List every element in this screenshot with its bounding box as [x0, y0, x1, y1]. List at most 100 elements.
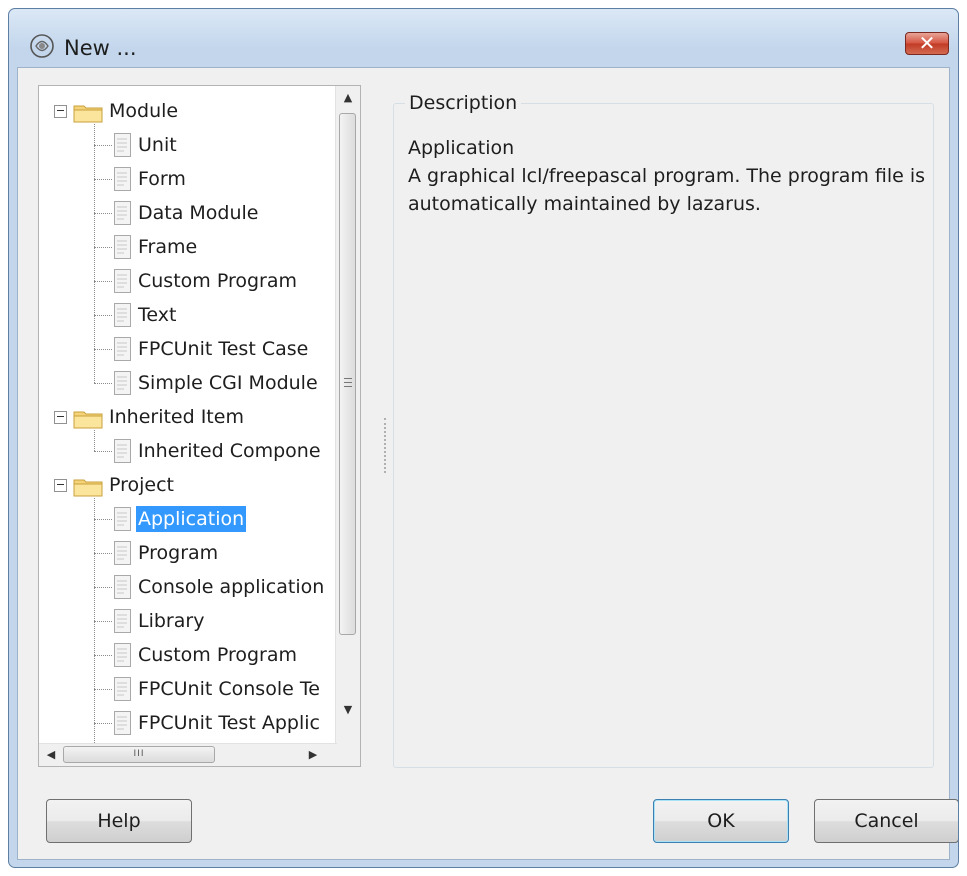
tree-item-node[interactable]: Data Module — [39, 196, 337, 230]
dialog-client-area: Module Unit Form Data Module Frame Custom Pro… — [17, 67, 958, 860]
tree-horizontal-scrollbar[interactable]: ◀ III ▶ — [39, 743, 337, 766]
document-icon — [114, 507, 131, 531]
description-text: A graphical lcl/freepascal program. The … — [408, 165, 926, 215]
document-icon — [114, 235, 131, 259]
tree-node-label: Form — [138, 168, 186, 190]
tree-folder-node[interactable]: Inherited Item — [39, 400, 337, 434]
document-icon — [114, 337, 131, 361]
document-icon — [114, 677, 131, 701]
scroll-up-arrow-icon[interactable]: ▲ — [336, 86, 360, 110]
description-group: Description Application A graphical lcl/… — [393, 86, 934, 768]
tree-branch-line — [94, 587, 112, 588]
folder-icon — [73, 105, 103, 123]
scroll-down-arrow-icon[interactable]: ▼ — [336, 698, 360, 722]
vertical-scroll-thumb[interactable] — [339, 113, 356, 635]
tree-item-node[interactable]: Simple CGI Module — [39, 366, 337, 400]
tree-node-label: Module — [109, 100, 179, 122]
thumb-grip-line — [344, 382, 352, 383]
tree-item-node[interactable]: Application — [39, 502, 337, 536]
tree-node-label: Console application — [138, 576, 325, 598]
scrollbar-corner — [336, 744, 360, 766]
tree-item-node[interactable]: Inherited Compone — [39, 434, 337, 468]
tree-branch-line — [94, 247, 112, 248]
tree-node-label: Library — [138, 610, 205, 632]
tree-node-label-selected: Application — [136, 506, 247, 532]
scroll-right-arrow-icon[interactable]: ▶ — [301, 743, 325, 767]
close-button[interactable]: ✕ — [905, 31, 949, 55]
tree-item-node[interactable]: Custom Program — [39, 638, 337, 672]
document-icon — [114, 439, 131, 463]
help-button[interactable]: Help — [46, 799, 192, 843]
new-dialog-window: New ... ✕ Module Unit Form Data Module Frame… — [8, 8, 959, 868]
tree-item-node[interactable]: FPCUnit Test Applic — [39, 706, 337, 740]
tree-node-label: FPCUnit Console Te — [138, 678, 320, 700]
tree-folder-node[interactable]: Module — [39, 94, 337, 128]
tree-item-node[interactable]: Frame — [39, 230, 337, 264]
document-icon — [114, 575, 131, 599]
document-icon — [114, 541, 131, 565]
thumb-grip-line — [344, 386, 352, 387]
tree-branch-line — [94, 553, 112, 554]
scroll-left-arrow-icon[interactable]: ◀ — [39, 743, 63, 767]
tree-vertical-scrollbar[interactable]: ▲ ▼ — [335, 86, 360, 745]
tree-branch-line — [94, 723, 112, 724]
tree-rows: Module Unit Form Data Module Frame Custom Pro… — [39, 86, 337, 745]
tree-item-node[interactable]: Unit — [39, 128, 337, 162]
template-tree-view[interactable]: Module Unit Form Data Module Frame Custom Pro… — [38, 85, 361, 767]
window-title: New ... — [64, 36, 137, 60]
collapse-toggle-icon[interactable] — [54, 411, 67, 424]
tree-item-node[interactable]: Custom Program — [39, 264, 337, 298]
ok-button[interactable]: OK — [653, 799, 789, 843]
tree-node-label: Program — [138, 542, 219, 564]
description-item-name: Application — [408, 137, 515, 159]
tree-item-node[interactable]: FPCUnit Console Te — [39, 672, 337, 706]
tree-node-label: Text — [138, 304, 177, 326]
tree-branch-line — [94, 451, 112, 452]
tree-node-label: Unit — [138, 134, 177, 156]
document-icon — [114, 269, 131, 293]
document-icon — [114, 201, 131, 225]
document-icon — [114, 303, 131, 327]
tree-branch-line — [94, 281, 112, 282]
tree-node-label: Custom Program — [138, 644, 297, 666]
folder-icon — [73, 479, 103, 497]
document-icon — [114, 133, 131, 157]
title-bar[interactable]: New ... ✕ — [9, 9, 958, 67]
collapse-toggle-icon[interactable] — [54, 105, 67, 118]
tree-node-label: FPCUnit Test Case — [138, 338, 309, 360]
document-icon — [114, 609, 131, 633]
cancel-button[interactable]: Cancel — [814, 799, 958, 843]
horizontal-scroll-thumb[interactable]: III — [63, 746, 215, 763]
tree-node-label: Frame — [138, 236, 198, 258]
close-icon: ✕ — [918, 31, 936, 55]
tree-node-label: Simple CGI Module — [138, 372, 318, 394]
tree-item-node[interactable]: Console application — [39, 570, 337, 604]
tree-branch-line — [94, 179, 112, 180]
tree-item-node[interactable]: Program — [39, 536, 337, 570]
tree-branch-line — [94, 213, 112, 214]
folder-icon — [73, 411, 103, 429]
tree-branch-line — [94, 689, 112, 690]
tree-node-label: Data Module — [138, 202, 259, 224]
tree-folder-node[interactable]: Project — [39, 468, 337, 502]
tree-node-label: Inherited Item — [109, 406, 244, 428]
tree-item-node[interactable]: Library — [39, 604, 337, 638]
document-icon — [114, 371, 131, 395]
tree-node-label: Project — [109, 474, 175, 496]
description-group-title: Description — [405, 90, 522, 116]
tree-branch-line — [94, 349, 112, 350]
lazarus-app-icon — [30, 34, 54, 58]
tree-item-node[interactable]: FPCUnit Test Case — [39, 332, 337, 366]
tree-branch-line — [94, 145, 112, 146]
tree-item-node[interactable]: Form — [39, 162, 337, 196]
tree-branch-line — [94, 655, 112, 656]
collapse-toggle-icon[interactable] — [54, 479, 67, 492]
tree-branch-line — [94, 621, 112, 622]
tree-node-label: Custom Program — [138, 270, 297, 292]
tree-branch-line — [94, 383, 112, 384]
tree-item-node[interactable]: Text — [39, 298, 337, 332]
tree-node-label: FPCUnit Test Applic — [138, 712, 320, 734]
document-icon — [114, 711, 131, 735]
thumb-grip-line — [344, 378, 352, 379]
panel-splitter[interactable] — [384, 418, 390, 473]
